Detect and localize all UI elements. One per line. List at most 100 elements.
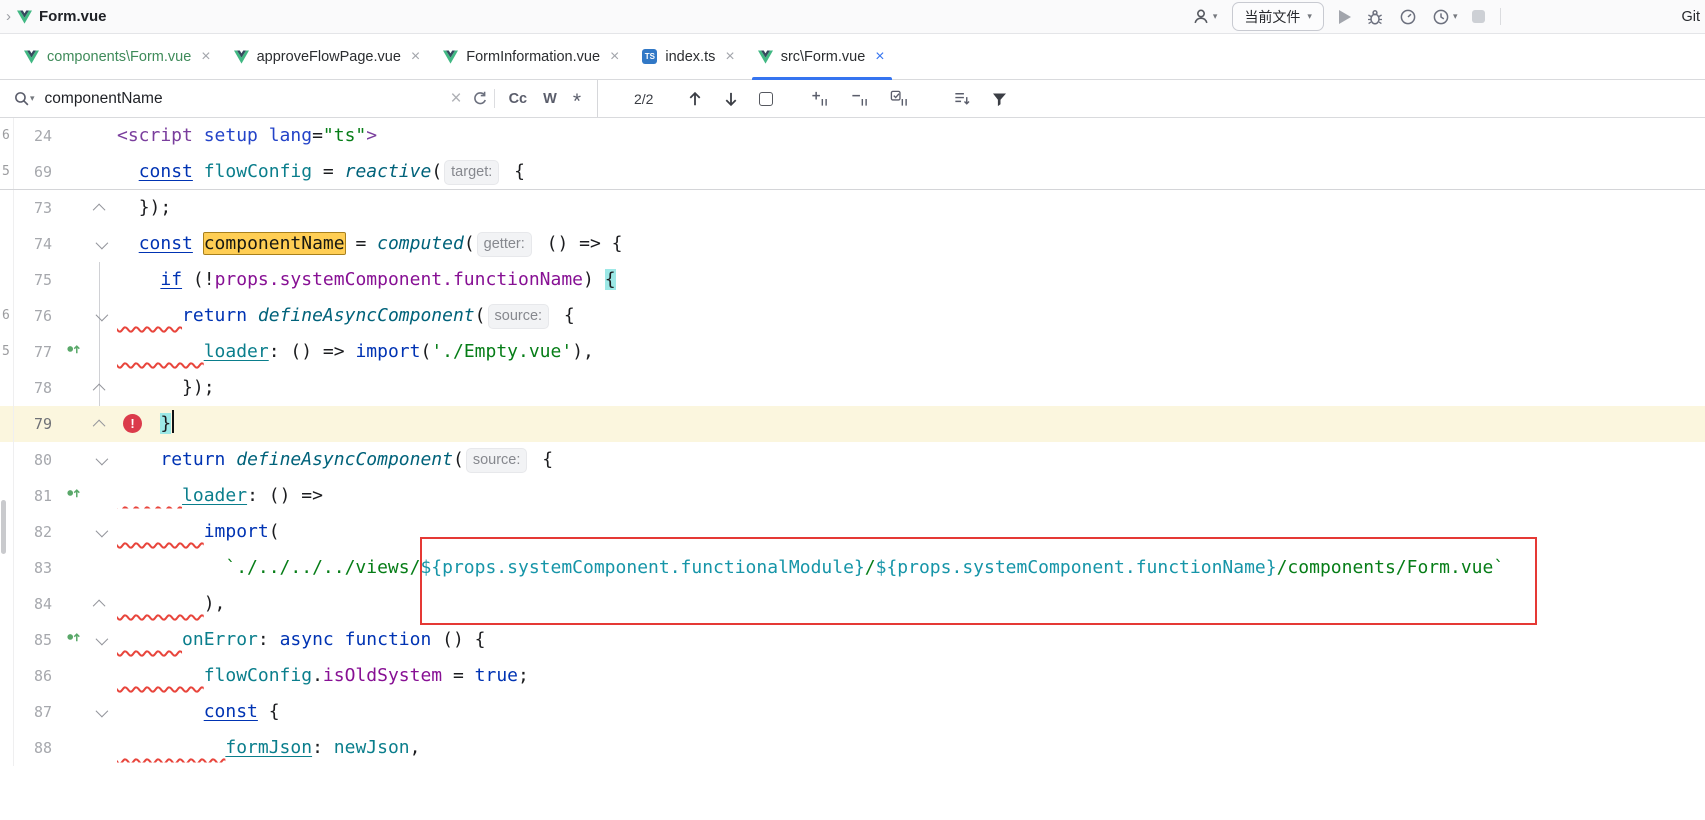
- line-number[interactable]: 75: [14, 262, 56, 298]
- tab-close-icon[interactable]: ×: [875, 49, 884, 65]
- code-text[interactable]: loader: () => import('./Empty.vue'),: [110, 334, 1705, 370]
- fold-down-icon[interactable]: [95, 704, 108, 717]
- code-line-88[interactable]: 88 formJson: newJson,: [0, 730, 1705, 766]
- occurrence-list-icon[interactable]: [952, 89, 972, 108]
- line-number[interactable]: 78: [14, 370, 56, 406]
- line-number[interactable]: 76: [14, 298, 56, 334]
- line-number[interactable]: 87: [14, 694, 56, 730]
- clear-search-icon[interactable]: ×: [450, 88, 461, 110]
- line-number[interactable]: 24: [14, 118, 56, 154]
- code-line-80[interactable]: 80 return defineAsyncComponent(source: {: [0, 442, 1705, 478]
- implements-icon[interactable]: [66, 478, 81, 514]
- code-line-69[interactable]: 569 const flowConfig = reactive(target: …: [0, 154, 1705, 190]
- code-line-84[interactable]: 84 ),: [0, 586, 1705, 622]
- line-number[interactable]: 81: [14, 478, 56, 514]
- fold-up-icon[interactable]: [92, 419, 105, 432]
- code-text[interactable]: if (!props.systemComponent.functionName)…: [110, 262, 1705, 298]
- code-text[interactable]: return defineAsyncComponent(source: {: [110, 442, 1705, 478]
- code-text[interactable]: `./../../../views/${props.systemComponen…: [110, 550, 1705, 586]
- implements-icon[interactable]: [66, 334, 81, 370]
- tab-forminformation-vue[interactable]: FormInformation.vue×: [432, 34, 631, 79]
- line-number[interactable]: 77: [14, 334, 56, 370]
- error-icon[interactable]: !: [123, 414, 142, 433]
- fold-down-icon[interactable]: [95, 632, 108, 645]
- code-editor[interactable]: 624<script setup lang="ts">569 const flo…: [0, 118, 1705, 820]
- code-text[interactable]: const flowConfig = reactive(target: {: [110, 154, 1705, 189]
- code-text[interactable]: const {: [110, 694, 1705, 730]
- code-line-87[interactable]: 87 const {: [0, 694, 1705, 730]
- breadcrumb-chevron-icon[interactable]: ›: [6, 8, 11, 25]
- line-number[interactable]: 88: [14, 730, 56, 766]
- line-number[interactable]: 85: [14, 622, 56, 658]
- code-line-85[interactable]: 85 onError: async function () {: [0, 622, 1705, 658]
- filter-search-icon[interactable]: [990, 90, 1009, 108]
- search-history-icon[interactable]: [471, 90, 488, 107]
- panel-drag-handle[interactable]: [1, 500, 6, 554]
- run-history-button[interactable]: ▾: [1432, 8, 1458, 26]
- fold-down-icon[interactable]: [95, 236, 108, 249]
- code-line-86[interactable]: 86 flowConfig.isOldSystem = true;: [0, 658, 1705, 694]
- code-line-83[interactable]: 83 `./../../../views/${props.systemCompo…: [0, 550, 1705, 586]
- profiler-button[interactable]: [1399, 8, 1417, 26]
- code-text[interactable]: return defineAsyncComponent(source: {: [110, 298, 1705, 334]
- code-text[interactable]: loader: () =>: [110, 478, 1705, 514]
- run-configuration-select[interactable]: 当前文件 ▾: [1232, 2, 1324, 31]
- line-number[interactable]: 84: [14, 586, 56, 622]
- code-line-77[interactable]: 577 loader: () => import('./Empty.vue'),: [0, 334, 1705, 370]
- code-line-74[interactable]: 74 const componentName = computed(getter…: [0, 226, 1705, 262]
- next-occurrence-button[interactable]: [722, 90, 740, 108]
- tab-approveflowpage-vue[interactable]: approveFlowPage.vue×: [223, 34, 433, 79]
- user-account-button[interactable]: ▾: [1192, 8, 1218, 25]
- stop-button[interactable]: [1472, 10, 1485, 23]
- fold-down-icon[interactable]: [95, 524, 108, 537]
- line-number[interactable]: 82: [14, 514, 56, 550]
- tab-close-icon[interactable]: ×: [411, 49, 420, 65]
- code-text[interactable]: formJson: newJson,: [110, 730, 1705, 766]
- match-case-toggle[interactable]: Cc: [509, 91, 528, 107]
- fold-down-icon[interactable]: [95, 452, 108, 465]
- tab-index-ts[interactable]: TSindex.ts×: [631, 34, 746, 79]
- search-icon[interactable]: ▾: [13, 90, 35, 107]
- implements-icon[interactable]: [66, 622, 81, 658]
- tab-close-icon[interactable]: ×: [201, 49, 210, 65]
- code-text[interactable]: onError: async function () {: [110, 622, 1705, 658]
- git-menu-button[interactable]: Git: [1681, 9, 1700, 25]
- fold-up-icon[interactable]: [92, 599, 105, 612]
- code-line-79[interactable]: 79 }!: [0, 406, 1705, 442]
- regex-toggle[interactable]: *: [573, 90, 581, 114]
- tab-src-form-vue[interactable]: src\Form.vue×: [747, 34, 897, 79]
- code-text[interactable]: import(: [110, 514, 1705, 550]
- fold-down-icon[interactable]: [95, 308, 108, 321]
- code-text[interactable]: });: [110, 370, 1705, 406]
- line-number[interactable]: 73: [14, 190, 56, 226]
- whole-words-toggle[interactable]: W: [543, 91, 557, 107]
- code-line-82[interactable]: 82 import(: [0, 514, 1705, 550]
- line-number[interactable]: 86: [14, 658, 56, 694]
- search-field[interactable]: ▾ × Cc W *: [0, 80, 598, 117]
- code-text[interactable]: <script setup lang="ts">: [110, 118, 1705, 154]
- select-all-occurrences-icon[interactable]: [889, 89, 909, 108]
- code-line-24[interactable]: 624<script setup lang="ts">: [0, 118, 1705, 154]
- code-line-76[interactable]: 676 return defineAsyncComponent(source: …: [0, 298, 1705, 334]
- open-in-find-window-icon[interactable]: [759, 92, 773, 106]
- search-input[interactable]: [43, 89, 447, 109]
- tab-close-icon[interactable]: ×: [610, 49, 619, 65]
- code-text[interactable]: flowConfig.isOldSystem = true;: [110, 658, 1705, 694]
- line-number[interactable]: 79: [14, 406, 56, 442]
- fold-up-icon[interactable]: [92, 383, 105, 396]
- line-number[interactable]: 74: [14, 226, 56, 262]
- code-text[interactable]: const componentName = computed(getter: (…: [110, 226, 1705, 262]
- debug-button[interactable]: [1366, 8, 1384, 26]
- code-line-75[interactable]: 75 if (!props.systemComponent.functionNa…: [0, 262, 1705, 298]
- code-line-81[interactable]: 81 loader: () =>: [0, 478, 1705, 514]
- add-occurrence-icon[interactable]: [809, 89, 829, 108]
- remove-occurrence-icon[interactable]: [849, 89, 869, 108]
- code-text[interactable]: });: [110, 190, 1705, 226]
- tab-close-icon[interactable]: ×: [725, 49, 734, 65]
- line-number[interactable]: 83: [14, 550, 56, 586]
- fold-up-icon[interactable]: [92, 203, 105, 216]
- tab-components-form-vue[interactable]: components\Form.vue×: [13, 34, 223, 79]
- line-number[interactable]: 69: [14, 154, 56, 189]
- line-number[interactable]: 80: [14, 442, 56, 478]
- code-text[interactable]: }!: [110, 406, 1705, 442]
